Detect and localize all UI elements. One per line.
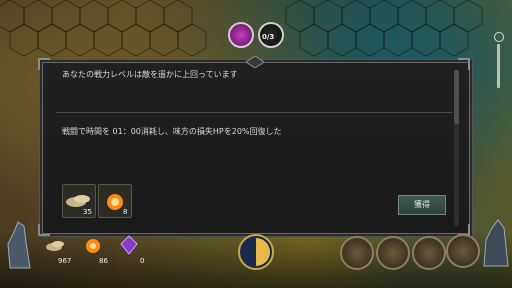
backpack-button[interactable] [376,236,410,270]
zoom-slider[interactable] [497,44,500,88]
dialog-message-top: あなたの戦力レベルは敵を遥かに上回っています [62,70,238,79]
ornament-icon [245,53,265,69]
resource-count: 0 [140,257,145,265]
frame-corner [38,58,50,70]
skills-button[interactable] [412,236,446,270]
hero-portrait-right[interactable] [478,212,512,268]
frame-corner [458,58,470,70]
bread-icon [44,236,66,256]
player-portrait-icon[interactable] [228,22,254,48]
purple-crystal-icon [118,234,140,256]
day-night-dial-icon[interactable] [236,232,276,272]
reward-count: 8 [123,208,128,216]
top-counter: 0/3 [262,33,275,41]
reward-count: 35 [83,208,92,216]
resource-count: 967 [58,257,72,265]
hero-portrait-left[interactable] [0,214,34,270]
map-scroll-button[interactable] [446,234,480,268]
dialog-message-result: 戦闘で時間を 01：00消耗し、味方の損失HPを20%回復した [62,127,282,136]
castle-button[interactable] [340,236,374,270]
fire-orb-icon [82,236,104,256]
claim-button[interactable]: 獲得 [398,195,446,215]
resource-count: 86 [99,257,108,265]
scrollbar-thumb[interactable] [454,70,459,124]
divider [56,112,452,113]
zoom-icon[interactable] [494,32,504,42]
